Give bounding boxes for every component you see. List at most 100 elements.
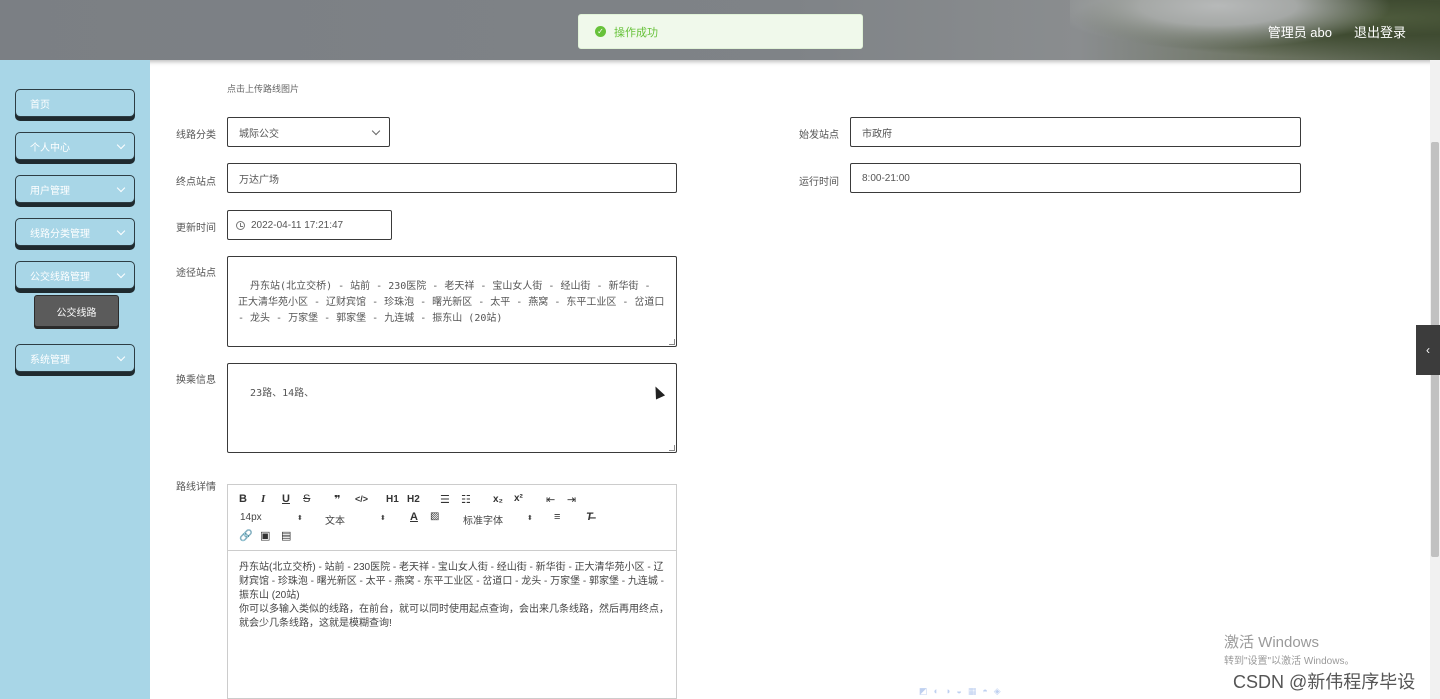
- sidebar-item-home[interactable]: 首页: [15, 89, 135, 117]
- resize-handle-icon[interactable]: [669, 445, 675, 451]
- update-time-label: 更新时间: [176, 223, 216, 234]
- code-block-button[interactable]: </>: [355, 494, 368, 504]
- chevron-down-icon: [116, 269, 126, 279]
- ordered-list-icon[interactable]: ☰: [440, 493, 450, 506]
- chevron-down-icon: [116, 352, 126, 362]
- toast-message: 操作成功: [614, 26, 658, 39]
- end-station-value: 万达广场: [239, 174, 279, 186]
- header2-button[interactable]: H2: [407, 494, 420, 505]
- ime-icon: ◐: [933, 686, 939, 696]
- sidebar-item-label: 个人中心: [30, 142, 70, 154]
- stops-textarea[interactable]: 丹东站(北立交桥) - 站前 - 230医院 - 老天祥 - 宝山女人街 - 经…: [227, 256, 677, 347]
- run-time-input[interactable]: 8:00-21:00: [850, 163, 1301, 193]
- updown-arrow-icon: ⬍: [380, 515, 386, 522]
- block-type-select[interactable]: 文本 ⬍: [325, 512, 390, 527]
- sidebar-item-bus-routes[interactable]: 公交线路管理: [15, 261, 135, 289]
- sidebar-item-system[interactable]: 系统管理: [15, 344, 135, 372]
- chevron-down-icon: [116, 226, 126, 236]
- editor-toolbar: B I U S ❞ </> H1 H2 ☰ ☷ x₂ x² ⇤ ⇥ 14px ⬍…: [228, 485, 676, 551]
- rich-text-editor[interactable]: B I U S ❞ </> H1 H2 ☰ ☷ x₂ x² ⇤ ⇥ 14px ⬍…: [227, 484, 677, 699]
- sidebar-subitem-bus-route[interactable]: 公交线路: [34, 295, 119, 327]
- run-time-value: 8:00-21:00: [862, 172, 910, 184]
- sidebar-item-label: 系统管理: [30, 354, 70, 366]
- transfer-label: 换乘信息: [176, 375, 216, 386]
- success-toast: ✓ 操作成功: [578, 14, 863, 49]
- video-icon[interactable]: ▤: [281, 529, 291, 542]
- sidebar-item-label: 公交线路管理: [30, 271, 90, 283]
- end-station-input[interactable]: 万达广场: [227, 163, 677, 193]
- chevron-down-icon: [116, 140, 126, 150]
- sidebar-item-route-category[interactable]: 线路分类管理: [15, 218, 135, 246]
- ime-icon: ◒: [956, 686, 962, 696]
- font-size-value: 14px: [240, 512, 262, 523]
- background-color-icon[interactable]: ▨: [430, 511, 439, 522]
- align-icon[interactable]: ≡: [554, 511, 560, 523]
- start-station-value: 市政府: [862, 128, 892, 140]
- font-family-select[interactable]: 标准字体 ⬍: [463, 512, 538, 527]
- update-time-picker[interactable]: 2022-04-11 17:21:47: [227, 210, 392, 240]
- sidebar-item-profile[interactable]: 个人中心: [15, 132, 135, 160]
- font-color-icon[interactable]: A: [410, 511, 418, 523]
- sidebar-subitem-label: 公交线路: [56, 307, 97, 319]
- ime-icon: ◓: [982, 686, 988, 696]
- outdent-icon[interactable]: ⇤: [546, 493, 555, 506]
- check-circle-icon: ✓: [595, 26, 606, 37]
- editor-paragraph: 你可以多输入类似的线路，在前台，就可以同时使用起点查询，会出来几条线路，然后再用…: [239, 604, 669, 629]
- header1-button[interactable]: H1: [386, 494, 399, 505]
- windows-activation-subtitle: 转到"设置"以激活 Windows。: [1224, 656, 1355, 667]
- chevron-down-icon: [371, 126, 381, 136]
- updown-arrow-icon: ⬍: [527, 515, 533, 522]
- font-size-select[interactable]: 14px ⬍: [240, 512, 305, 523]
- subscript-button[interactable]: x₂: [493, 494, 503, 505]
- italic-button[interactable]: I: [261, 493, 265, 505]
- bold-button[interactable]: B: [239, 493, 247, 505]
- ime-icon: ▦: [967, 685, 977, 696]
- updown-arrow-icon: ⬍: [297, 515, 303, 522]
- stops-label: 途径站点: [176, 268, 216, 279]
- update-time-value: 2022-04-11 17:21:47: [251, 219, 344, 231]
- blockquote-button[interactable]: ❞: [334, 493, 340, 506]
- sidebar-item-label: 线路分类管理: [30, 228, 90, 240]
- editor-paragraph: 丹东站(北立交桥) - 站前 - 230医院 - 老天祥 - 宝山女人街 - 经…: [239, 562, 664, 601]
- end-station-label: 终点站点: [176, 177, 216, 188]
- windows-activation-title: 激活 Windows: [1224, 634, 1320, 651]
- upload-image-link[interactable]: 点击上传路线图片: [227, 82, 299, 95]
- side-panel-toggle[interactable]: ‹: [1416, 325, 1440, 375]
- category-select[interactable]: 城际公交: [227, 117, 390, 147]
- ime-icon: ◑: [944, 686, 951, 696]
- underline-button[interactable]: U: [282, 493, 290, 505]
- image-icon[interactable]: ▣: [260, 529, 270, 542]
- indent-icon[interactable]: ⇥: [567, 493, 576, 506]
- ime-toolbar: ◩ ◐ ◑ ◒ ▦ ◓ ◈: [915, 683, 1073, 699]
- strike-button[interactable]: S: [303, 493, 310, 505]
- chevron-left-icon: ‹: [1426, 343, 1430, 357]
- ime-icon: ◈: [993, 685, 1001, 696]
- sidebar: 首页 个人中心 用户管理 线路分类管理 公交线路管理 公交线路 系统管理: [0, 60, 150, 699]
- clock-icon: [236, 220, 245, 230]
- stops-value: 丹东站(北立交桥) - 站前 - 230医院 - 老天祥 - 宝山女人街 - 经…: [238, 281, 671, 324]
- transfer-value: 23路、14路、: [250, 388, 315, 399]
- start-station-label: 始发站点: [799, 130, 839, 141]
- category-label: 线路分类: [176, 130, 216, 141]
- start-station-input[interactable]: 市政府: [850, 117, 1301, 147]
- transfer-textarea[interactable]: 23路、14路、: [227, 363, 677, 453]
- sidebar-item-label: 首页: [30, 99, 50, 111]
- chevron-down-icon: [116, 183, 126, 193]
- resize-handle-icon[interactable]: [669, 339, 675, 345]
- editor-content[interactable]: 丹东站(北立交桥) - 站前 - 230医院 - 老天祥 - 宝山女人街 - 经…: [239, 561, 669, 631]
- superscript-button[interactable]: x²: [514, 493, 523, 504]
- font-family-value: 标准字体: [463, 516, 503, 527]
- link-icon[interactable]: 🔗: [239, 529, 253, 542]
- current-user-label: 管理员 abo: [1267, 25, 1332, 40]
- sidebar-item-label: 用户管理: [30, 185, 70, 197]
- sidebar-item-users[interactable]: 用户管理: [15, 175, 135, 203]
- block-type-value: 文本: [325, 516, 345, 527]
- run-time-label: 运行时间: [799, 177, 839, 188]
- csdn-watermark: CSDN @新伟程序毕设: [1233, 672, 1416, 692]
- category-value: 城际公交: [239, 128, 279, 140]
- ime-icon: ◩: [919, 685, 928, 696]
- bullet-list-icon[interactable]: ☷: [461, 493, 471, 506]
- logout-link[interactable]: 退出登录: [1354, 22, 1406, 41]
- clear-format-icon[interactable]: T̶: [586, 511, 593, 523]
- details-label: 路线详情: [176, 482, 216, 493]
